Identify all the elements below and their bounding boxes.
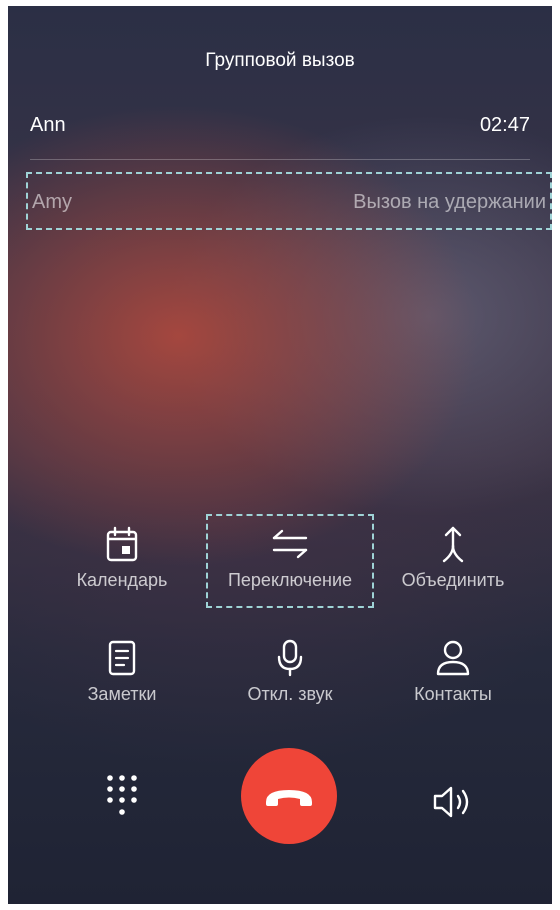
switch-call-button[interactable]: Переключение xyxy=(205,524,375,591)
mute-label: Откл. звук xyxy=(247,684,333,704)
hang-up-icon xyxy=(266,790,312,806)
held-call-row[interactable]: Amy Вызов на удержании xyxy=(26,172,552,230)
switch-label: Переключение xyxy=(227,570,353,590)
contacts-person-icon xyxy=(436,640,470,676)
notes-label: Заметки xyxy=(87,684,157,704)
contacts-label: Контакты xyxy=(414,684,492,704)
dialpad-icon xyxy=(107,775,137,815)
notes-icon xyxy=(108,640,136,676)
dialpad-button[interactable] xyxy=(102,772,142,828)
end-call-button[interactable] xyxy=(241,748,337,844)
held-caller-name: Amy xyxy=(32,191,72,213)
active-caller-name: Ann xyxy=(30,114,66,136)
merge-label: Объединить xyxy=(401,570,505,590)
mute-button[interactable]: Откл. звук xyxy=(205,638,375,705)
calendar-icon xyxy=(106,526,138,562)
hold-status: Вызов на удержании xyxy=(353,191,546,213)
calendar-button[interactable]: Календарь xyxy=(37,524,207,591)
merge-calls-button[interactable]: Объединить xyxy=(368,524,538,591)
merge-icon xyxy=(442,526,464,563)
speaker-icon xyxy=(433,786,469,818)
divider xyxy=(30,159,530,160)
notes-button[interactable]: Заметки xyxy=(37,638,207,705)
calendar-label: Календарь xyxy=(76,570,168,590)
switch-arrows-icon xyxy=(272,529,308,559)
call-screen: Групповой вызов Ann 02:47 Amy Вызов на у… xyxy=(8,6,552,904)
microphone-icon xyxy=(277,639,303,677)
call-duration: 02:47 xyxy=(479,114,530,136)
contacts-button[interactable]: Контакты xyxy=(368,638,538,705)
active-call-row[interactable]: Ann 02:47 xyxy=(30,114,530,144)
speaker-button[interactable] xyxy=(431,782,477,822)
screen-title: Групповой вызов xyxy=(205,50,355,71)
